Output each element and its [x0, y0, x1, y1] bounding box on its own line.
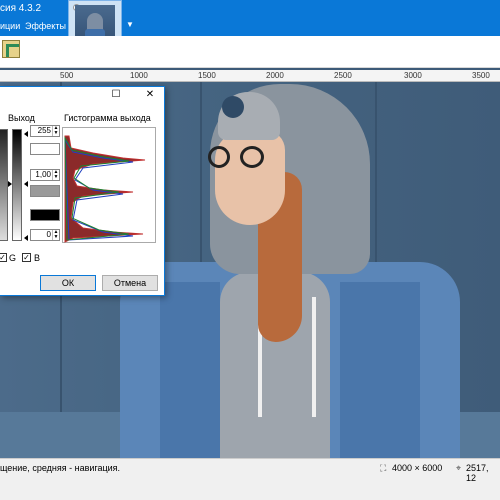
- image-size-icon: ⛶: [380, 463, 387, 473]
- ruler-label: 1500: [198, 71, 216, 80]
- histogram-red-channel: [64, 135, 146, 243]
- photo-jacket-shade: [340, 282, 420, 458]
- close-icon[interactable]: ✕: [142, 89, 158, 103]
- horizontal-ruler: 500 1000 1500 2000 2500 3000 3500: [0, 70, 500, 82]
- histogram-label: Гистограмма выхода: [64, 113, 151, 123]
- output-marker-icon[interactable]: [24, 181, 28, 187]
- image-size: 4000 × 6000: [392, 463, 443, 473]
- cursor-position: 2517, 12: [466, 463, 489, 483]
- output-marker-icon[interactable]: [24, 235, 28, 241]
- output-black-spinner[interactable]: 0 ▲ ▼: [30, 229, 60, 241]
- menu-item-effects[interactable]: Эффекты: [25, 21, 66, 31]
- output-label: Выход: [8, 113, 35, 123]
- input-gradient-bar: [0, 129, 8, 241]
- gamma-value: 1,00: [35, 170, 51, 179]
- output-white-spinner[interactable]: 255 ▲ ▼: [30, 125, 60, 137]
- gray-swatch[interactable]: [30, 185, 60, 197]
- ruler-label: 3500: [472, 71, 490, 80]
- photo-hoodie-string: [312, 297, 316, 417]
- menu-item-adjustments[interactable]: иции: [0, 21, 20, 31]
- black-swatch[interactable]: [30, 209, 60, 221]
- channel-b-label: B: [34, 253, 41, 263]
- photo-glasses: [208, 146, 230, 168]
- ok-button[interactable]: ОК: [40, 275, 96, 291]
- maximize-icon[interactable]: ☐: [108, 89, 124, 103]
- spinner-arrows-icon[interactable]: ▲ ▼: [52, 170, 59, 180]
- spinner-arrows-icon[interactable]: ▲ ▼: [52, 230, 59, 240]
- photo-jacket-shade: [160, 282, 220, 458]
- tabs-dropdown-icon[interactable]: ▼: [126, 20, 136, 30]
- output-gradient-bar: [12, 129, 22, 241]
- photo-beanie-patch: [222, 96, 244, 118]
- channel-g-label: G: [9, 253, 17, 263]
- levels-dialog: ☐ ✕ Выход Гистограмма выхода 255 ▲ ▼ 1,00…: [0, 86, 165, 296]
- photo-glasses: [240, 146, 264, 168]
- cursor-position-icon: ⌖: [456, 463, 462, 473]
- output-black-value: 0: [46, 230, 51, 239]
- status-hint: щение, средняя - навигация.: [0, 463, 121, 473]
- photo-face: [215, 130, 285, 225]
- ruler-label: 2000: [266, 71, 284, 80]
- ruler-label: 1000: [130, 71, 148, 80]
- spinner-arrows-icon[interactable]: ▲ ▼: [52, 126, 59, 136]
- app-title: сия 4.3.2: [0, 3, 42, 14]
- output-white-value: 255: [37, 126, 51, 135]
- output-histogram: [62, 127, 156, 243]
- cancel-button[interactable]: Отмена: [102, 275, 158, 291]
- crop-tool-icon[interactable]: [2, 40, 20, 58]
- channel-g-checkbox[interactable]: ✓: [0, 253, 7, 262]
- ruler-label: 3000: [404, 71, 422, 80]
- output-marker-icon[interactable]: [24, 131, 28, 137]
- dialog-titlebar: ☐ ✕: [0, 87, 164, 107]
- input-marker-icon[interactable]: [8, 181, 12, 187]
- ruler-label: 2500: [334, 71, 352, 80]
- white-swatch[interactable]: [30, 143, 60, 155]
- ruler-label: 500: [60, 71, 74, 80]
- channel-b-checkbox[interactable]: ✓: [22, 253, 31, 262]
- toolbar: [0, 36, 500, 68]
- histogram-graphic: [64, 135, 146, 243]
- gamma-spinner[interactable]: 1,00 ▲ ▼: [30, 169, 60, 181]
- status-bar: щение, средняя - навигация. ⛶ 4000 × 600…: [0, 458, 500, 500]
